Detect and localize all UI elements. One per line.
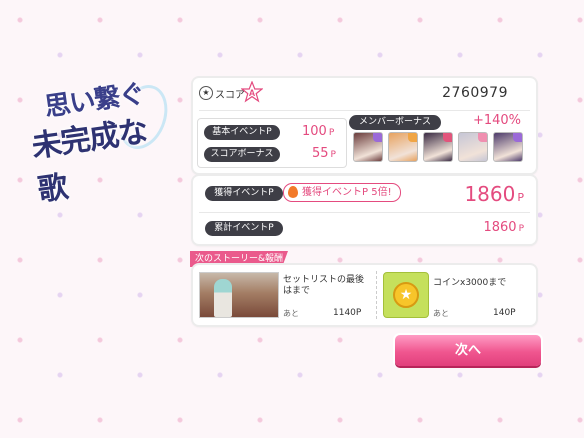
member-card-5[interactable] (493, 132, 523, 162)
story-thumbnail[interactable] (199, 272, 279, 318)
basic-event-label: 基本イベントP (204, 125, 280, 140)
member-card-1[interactable] (353, 132, 383, 162)
star-coin-icon: ★ (393, 282, 419, 308)
logo-line2: 未完成な歌 (29, 113, 150, 209)
story-remaining-label: あと (283, 309, 299, 318)
divider (199, 212, 530, 213)
event-logo: 思い繋ぐ 未完成な歌 (14, 74, 176, 208)
rank-letter: A (249, 88, 256, 98)
rank-badge-icon: A (241, 81, 263, 103)
total-points-label: 累計イベントP (205, 221, 283, 236)
attribute-icon (443, 133, 452, 142)
member-card-3[interactable] (423, 132, 453, 162)
basic-event-value: 100 P (302, 124, 335, 139)
fire-icon (288, 186, 298, 198)
coin-remaining-label: あと (433, 309, 449, 318)
score-panel: ★ スコア A 2760979 基本イベントP 100 P スコアボーナス 55 P… (193, 78, 536, 173)
story-remaining-value: 1140P (333, 308, 362, 318)
divider (376, 271, 378, 319)
member-card-4[interactable] (458, 132, 488, 162)
score-bonus-value: 55 P (312, 146, 336, 161)
total-points-value: 1860 P (483, 220, 524, 235)
score-bonus-label: スコアボーナス (204, 147, 280, 162)
next-story-panel: セットリストの最後 はまで あと 1140P ★ コインx3000まで あと 1… (193, 265, 536, 325)
attribute-icon (373, 133, 382, 142)
member-cards (353, 132, 523, 162)
event-points-value: 1860 P (464, 182, 524, 206)
coin-reward-box: ★ (383, 272, 429, 318)
attribute-icon (513, 133, 522, 142)
event-points-label: 獲得イベントP (205, 186, 283, 201)
multiplier-text: 獲得イベントP 5倍! (302, 187, 392, 198)
multiplier-badge: 獲得イベントP 5倍! (283, 183, 401, 202)
story-text: セットリストの最後 はまで (283, 275, 365, 296)
member-bonus-label: メンバーボーナス (349, 115, 441, 130)
member-bonus-percent: +140% (472, 113, 521, 128)
star-icon: ★ (199, 86, 213, 100)
member-bonus-box: メンバーボーナス +140% (349, 113, 531, 166)
character-figure (214, 279, 232, 317)
coin-reward-text: コインx3000まで (433, 278, 507, 288)
next-button[interactable]: 次へ (395, 335, 541, 366)
divider (199, 110, 530, 111)
event-points-panel: 獲得イベントP 獲得イベントP 5倍! 1860 P 累計イベントP 1860 P (193, 176, 536, 244)
score-value: 2760979 (442, 85, 508, 101)
coin-remaining-value: 140P (493, 308, 516, 318)
attribute-icon (478, 133, 487, 142)
attribute-icon (408, 133, 417, 142)
member-card-2[interactable] (388, 132, 418, 162)
bonus-box: 基本イベントP 100 P スコアボーナス 55 P (197, 118, 347, 168)
